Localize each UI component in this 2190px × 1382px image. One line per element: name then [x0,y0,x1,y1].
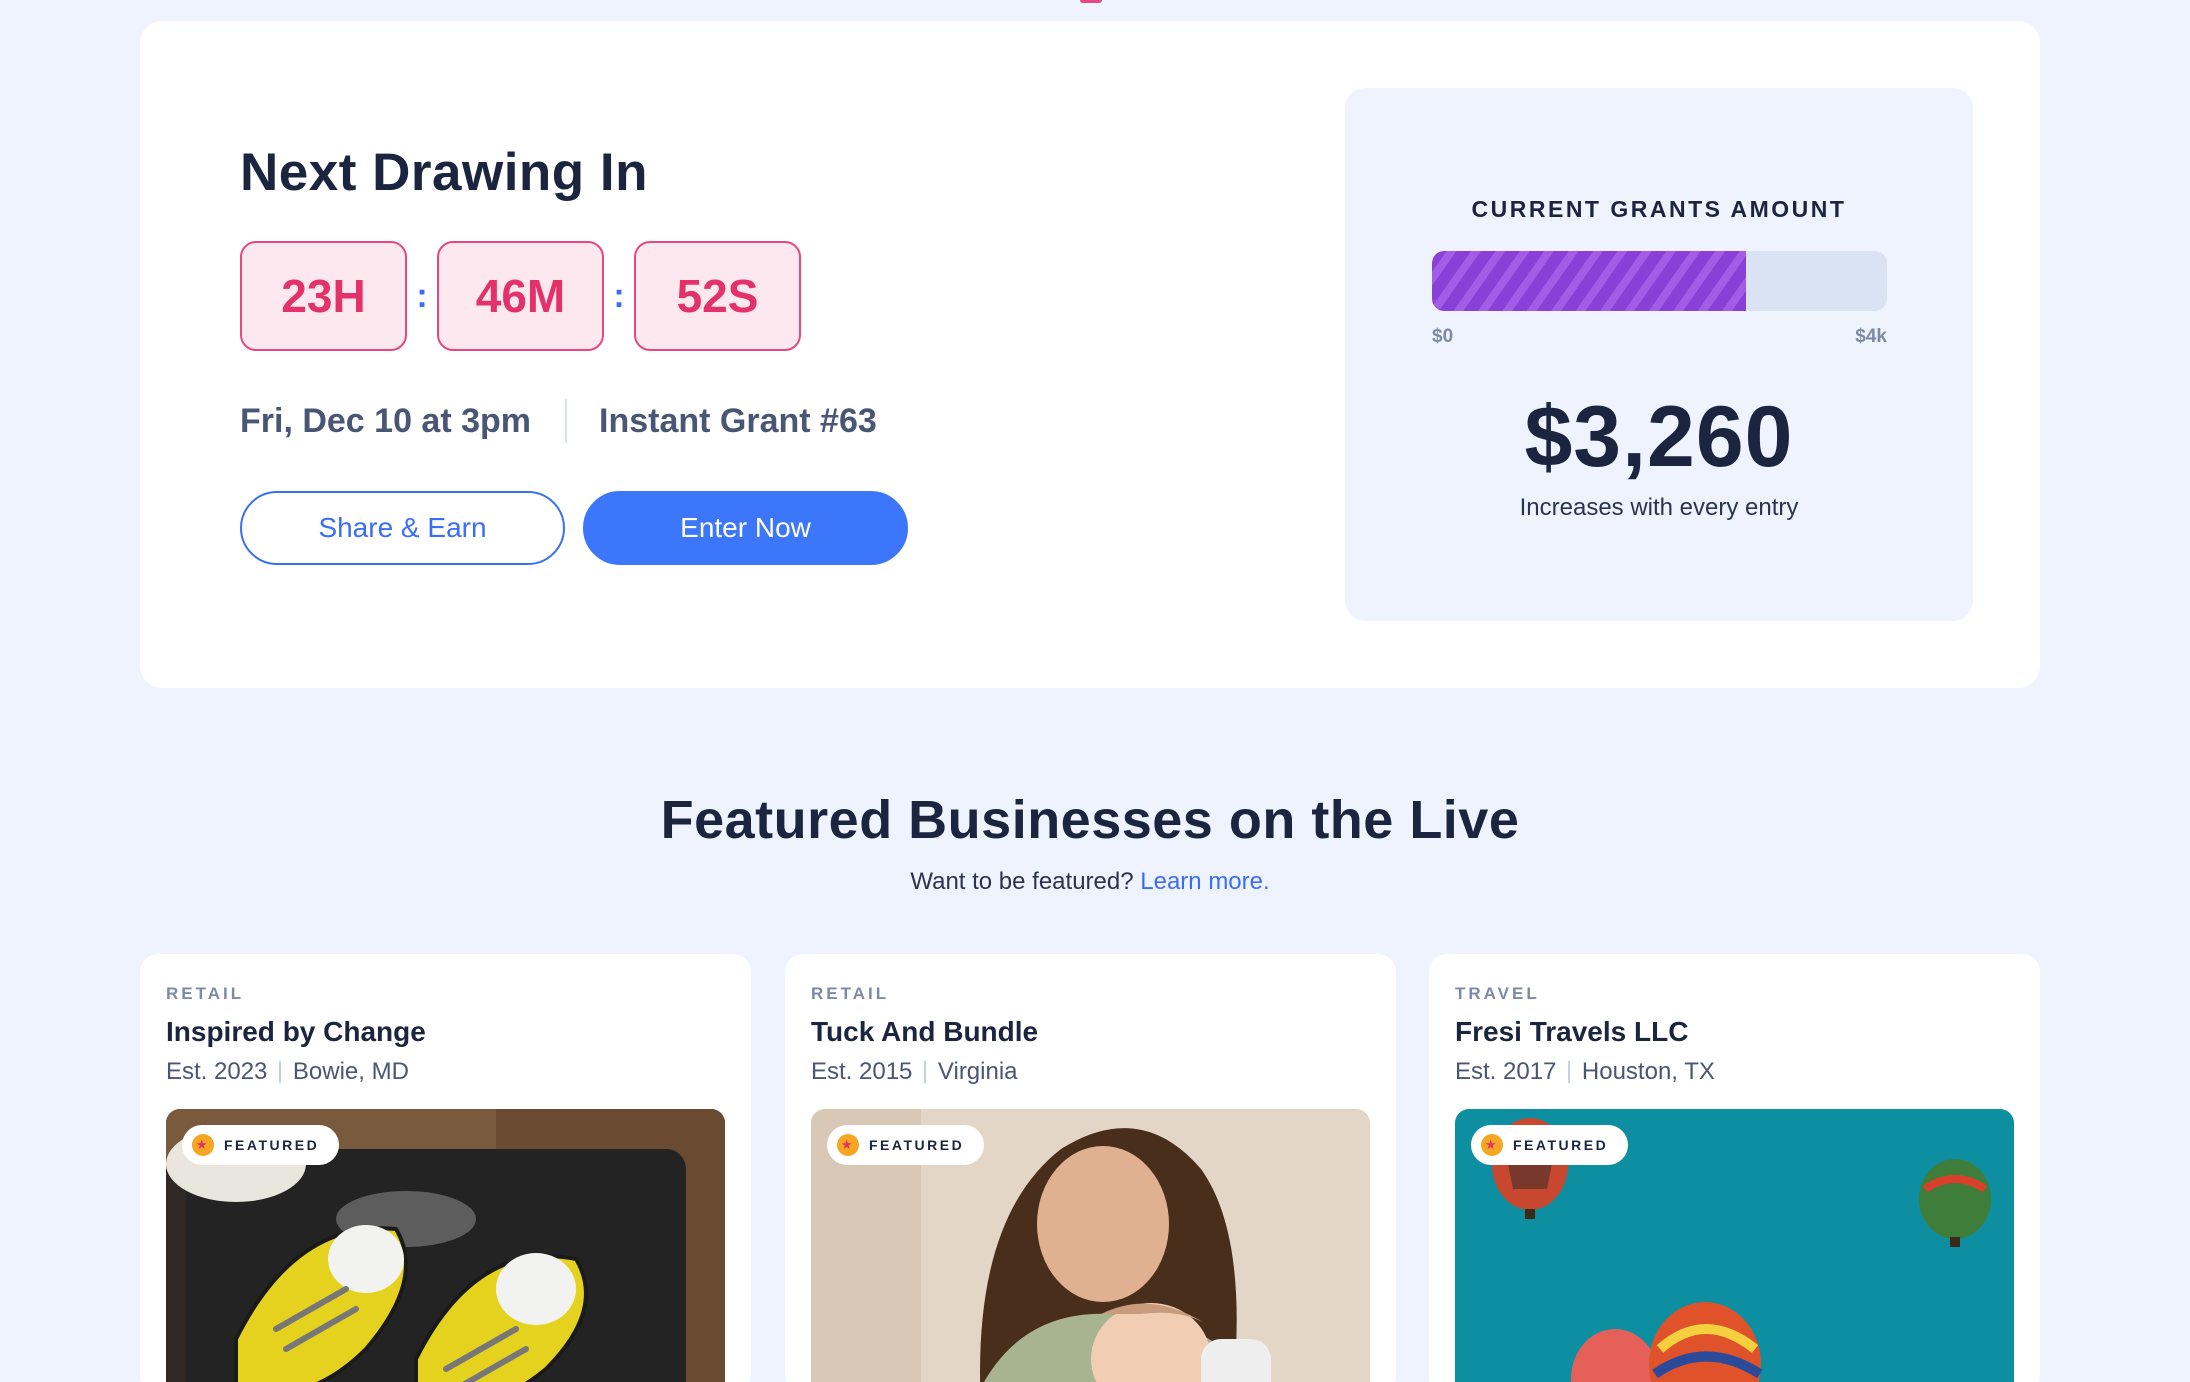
grant-name: Instant Grant #63 [599,401,877,440]
top-marker [1080,0,1102,3]
drawing-title: Next Drawing In [240,143,649,202]
business-card[interactable]: RETAIL Tuck And Bundle Est. 2015 Virgini… [785,954,1396,1382]
business-established: Est. 2017 [1455,1058,1557,1085]
grants-progress-fill [1432,251,1746,311]
meta-divider [279,1061,281,1083]
meta-divider [565,399,568,443]
business-category: RETAIL [811,984,890,1003]
business-location: Houston, TX [1581,1058,1715,1085]
featured-badge-label: FEATURED [224,1137,320,1153]
grants-panel: CURRENT GRANTS AMOUNT $0 $4k $3,260 Incr… [1345,88,1973,621]
drawing-actions: Share & Earn Enter Now [240,491,908,565]
star-icon: ★ [1481,1134,1503,1156]
business-meta: Est. 2017 Houston, TX [1455,1058,1715,1086]
featured-title: Featured Businesses on the Live [660,790,1520,850]
featured-prompt: Want to be featured? [910,868,1134,895]
timer-separator: : [416,276,428,315]
countdown-timer: 23H : 46M : 52S [240,241,908,351]
meta-divider [1568,1061,1570,1083]
business-photo[interactable]: ★ FEATURED [1455,1109,2014,1382]
business-established: Est. 2023 [166,1058,268,1085]
featured-badge: ★ FEATURED [827,1125,985,1165]
business-category: RETAIL [166,984,245,1003]
featured-badge-label: FEATURED [869,1137,965,1153]
timer-seconds: 52S [634,241,801,351]
drawing-card: Next Drawing In 23H : 46M : 52S Fri, Dec… [140,21,2040,688]
grants-subtext: Increases with every entry [1519,494,1799,521]
business-established: Est. 2015 [811,1058,913,1085]
star-icon: ★ [192,1134,214,1156]
enter-now-button[interactable]: Enter Now [583,491,908,565]
business-category: TRAVEL [1455,984,1540,1003]
star-icon: ★ [837,1134,859,1156]
business-location: Virginia [937,1058,1018,1085]
business-photo[interactable]: ★ FEATURED [811,1109,1370,1382]
business-card[interactable]: RETAIL Inspired by Change Est. 2023 Bowi… [140,954,751,1382]
business-location: Bowie, MD [292,1058,409,1085]
business-name[interactable]: Inspired by Change [166,1016,426,1048]
drawing-info: Next Drawing In 23H : 46M : 52S Fri, Dec… [240,146,908,565]
drawing-meta: Fri, Dec 10 at 3pm Instant Grant #63 [240,399,908,443]
featured-badge-label: FEATURED [1513,1137,1609,1153]
featured-subtitle: Want to be featured? Learn more. [0,868,2180,896]
grants-label: CURRENT GRANTS AMOUNT [1471,196,1847,222]
business-photo[interactable]: ★ FEATURED [166,1109,725,1382]
timer-hours: 23H [240,241,407,351]
featured-badge: ★ FEATURED [182,1125,340,1165]
grants-min-label: $0 [1432,326,1454,347]
business-name[interactable]: Fresi Travels LLC [1455,1016,1688,1048]
learn-more-link[interactable]: Learn more. [1140,868,1269,895]
grants-max-label: $4k [1855,326,1887,347]
grants-amount: $3,260 [1524,389,1794,485]
timer-minutes: 46M [437,241,604,351]
business-card[interactable]: TRAVEL Fresi Travels LLC Est. 2017 Houst… [1429,954,2040,1382]
drawing-date: Fri, Dec 10 at 3pm [240,401,532,440]
grants-progress-bar [1432,251,1887,311]
timer-separator: : [613,276,625,315]
meta-divider [924,1061,926,1083]
business-meta: Est. 2015 Virginia [811,1058,1018,1086]
business-meta: Est. 2023 Bowie, MD [166,1058,409,1086]
featured-badge: ★ FEATURED [1471,1125,1629,1165]
share-earn-button[interactable]: Share & Earn [240,491,565,565]
business-name[interactable]: Tuck And Bundle [811,1016,1038,1048]
